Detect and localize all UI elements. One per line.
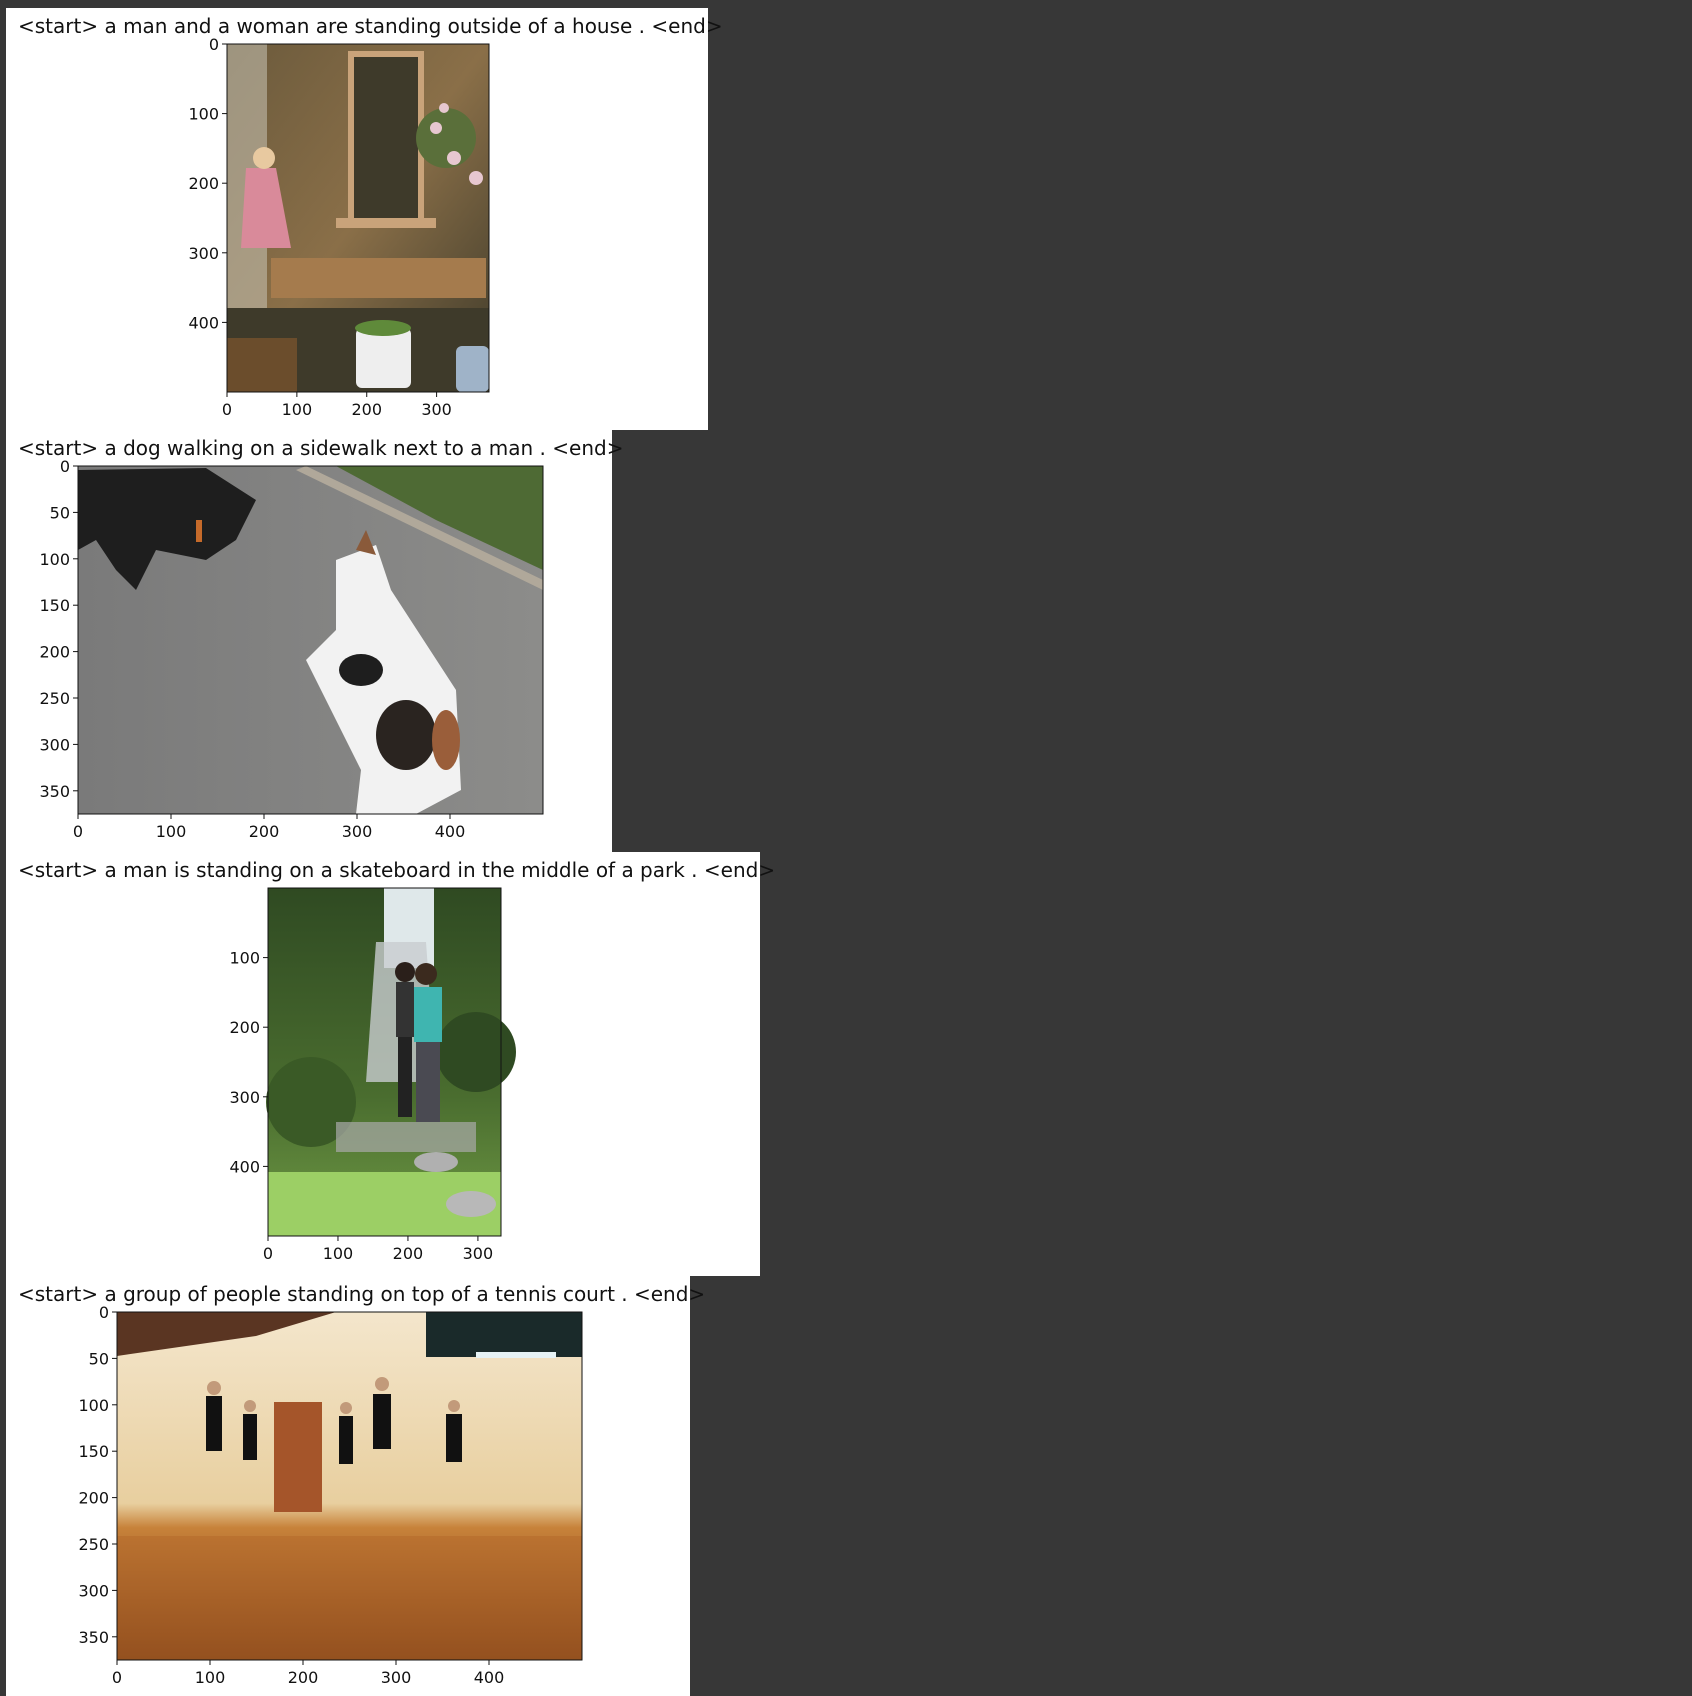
photo-house-porch [227,44,489,392]
output-panel-2: <start> a dog walking on a sidewalk next… [6,430,623,852]
x-tick-label: 200 [393,1244,424,1263]
y-tick-label: 200 [39,643,70,662]
x-tick-label: 100 [282,400,313,419]
x-tick-label: 100 [323,1244,354,1263]
y-tick-label: 50 [89,1349,109,1368]
x-tick-label: 200 [249,822,280,841]
y-tick-label: 200 [229,1018,260,1037]
y-tick-label: 100 [229,949,260,968]
y-tick-label: 0 [60,457,70,476]
y-tick-label: 300 [39,735,70,754]
x-tick-label: 300 [421,400,452,419]
y-tick-label: 400 [229,1157,260,1176]
output-panel-3: <start> a man is standing on a skateboar… [6,852,775,1276]
y-tick-label: 350 [39,782,70,801]
y-tick-label: 300 [229,1088,260,1107]
y-tick-label: 250 [78,1535,109,1554]
x-tick-label: 400 [435,822,466,841]
y-tick-label: 200 [78,1489,109,1508]
x-tick-label: 100 [195,1668,226,1687]
y-tick-label: 250 [39,689,70,708]
plot-4: 0 100 200 300 400 0 50 100 150 200 250 300 350 [78,1303,583,1687]
y-tick-label: 300 [78,1581,109,1600]
x-tick-label: 400 [474,1668,505,1687]
y-tick-label: 50 [50,503,70,522]
x-tick-label: 200 [351,400,382,419]
photo-dogs-road [78,466,543,814]
output-panel-4: <start> a group of people standing on to… [6,1276,705,1696]
y-tick-label: 100 [78,1396,109,1415]
y-tick-label: 400 [188,313,219,332]
x-tick-label: 0 [263,1244,273,1263]
x-tick-label: 0 [222,400,232,419]
y-tick-label: 200 [188,174,219,193]
photo-garden-people [266,888,516,1236]
plot-3: 0 100 200 300 100 200 300 400 [229,887,516,1263]
y-tick-label: 0 [99,1303,109,1322]
photo-ballet-studio [117,1312,582,1660]
x-tick-label: 100 [156,822,187,841]
y-tick-label: 0 [209,35,219,54]
x-tick-label: 300 [381,1668,412,1687]
x-tick-label: 0 [112,1668,122,1687]
y-tick-label: 100 [39,550,70,569]
x-tick-label: 0 [73,822,83,841]
x-tick-label: 300 [342,822,373,841]
plot-1: 0 100 200 300 0 100 200 300 400 [188,35,490,419]
plot-2: 0 100 200 300 400 0 50 100 150 200 250 300 350 [39,457,544,841]
y-tick-label: 150 [78,1442,109,1461]
y-tick-label: 100 [188,105,219,124]
y-tick-label: 350 [78,1628,109,1647]
x-tick-label: 200 [288,1668,319,1687]
y-tick-label: 300 [188,244,219,263]
y-tick-label: 150 [39,596,70,615]
x-tick-label: 300 [463,1244,494,1263]
output-panel-1: <start> a man and a woman are standing o… [6,8,723,430]
